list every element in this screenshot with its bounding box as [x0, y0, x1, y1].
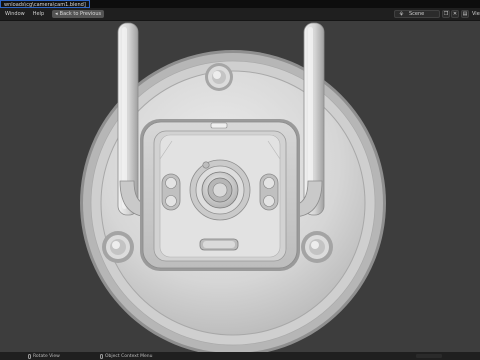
status-rotate-label: Rotate View	[33, 353, 60, 359]
duplicate-icon: ❐	[443, 11, 449, 17]
mouse-icon	[100, 353, 103, 359]
status-bar: Rotate View Object Context Menu	[0, 352, 480, 360]
screw-boss-right	[301, 231, 333, 263]
window-title: wnloads\cg\camera\cam1.blend]	[0, 0, 90, 8]
screw-boss-left	[102, 231, 134, 263]
main-menu: Window Help ◂ Back to Previous	[2, 8, 105, 20]
view-layer-label: Vie	[472, 11, 480, 17]
ir-leds-right	[259, 173, 279, 211]
screw-boss-top	[205, 63, 233, 91]
status-context-label: Object Context Menu	[105, 353, 153, 359]
duplicate-scene-button[interactable]: ❐	[442, 10, 450, 18]
menu-window[interactable]: Window	[2, 10, 28, 18]
scene-name: Scene	[409, 11, 425, 17]
scene-icon: ⚘	[398, 10, 405, 18]
status-hint-context-menu: Object Context Menu	[100, 352, 153, 360]
status-hint-rotate: Rotate View	[28, 352, 60, 360]
status-stats	[416, 354, 442, 358]
blender-window: wnloads\cg\camera\cam1.blend] Window Hel…	[0, 0, 480, 360]
back-to-previous-button[interactable]: ◂ Back to Previous	[52, 10, 105, 18]
window-titlebar: wnloads\cg\camera\cam1.blend]	[0, 0, 480, 8]
layers-icon: ▤	[462, 11, 468, 17]
camera-model-render	[80, 22, 386, 352]
back-to-previous-label: Back to Previous	[59, 11, 102, 17]
bottom-speaker-slot	[199, 238, 239, 251]
menu-help[interactable]: Help	[30, 10, 47, 18]
camera-lens	[189, 159, 251, 221]
mouse-icon	[28, 353, 31, 359]
back-arrow-icon: ◂	[55, 11, 58, 17]
scene-selector[interactable]: ⚘ Scene	[394, 10, 440, 18]
view-layer-button[interactable]: ▤	[461, 10, 469, 18]
3d-viewport[interactable]	[0, 21, 480, 352]
close-icon: ✕	[452, 11, 458, 17]
ir-leds-left	[161, 173, 181, 211]
delete-scene-button[interactable]: ✕	[451, 10, 459, 18]
